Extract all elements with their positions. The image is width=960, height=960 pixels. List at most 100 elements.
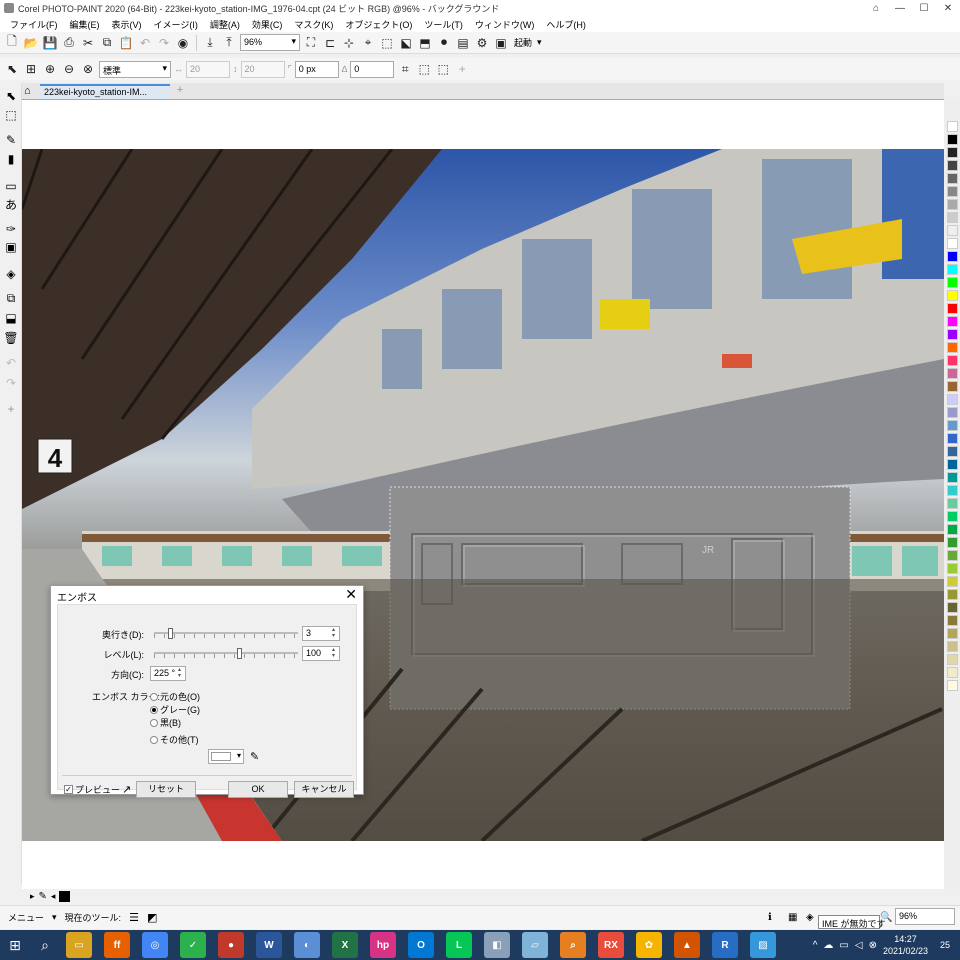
- radio-other[interactable]: その他(T): [150, 733, 199, 746]
- start-icon[interactable]: ⊞: [0, 930, 30, 960]
- tab-document[interactable]: 223kei-kyoto_station-IM...: [40, 84, 170, 99]
- fill-tool-icon[interactable]: ◈: [3, 266, 19, 282]
- palette-swatch[interactable]: [947, 212, 958, 223]
- palette-swatch[interactable]: [947, 420, 958, 431]
- depth-spinner[interactable]: 3: [302, 626, 340, 641]
- radio-black[interactable]: 黒(B): [150, 716, 181, 729]
- taskbar-app-hpb[interactable]: hp: [370, 932, 396, 958]
- palette-swatch[interactable]: [947, 121, 958, 132]
- palette-swatch[interactable]: [947, 264, 958, 275]
- options-gear-icon[interactable]: ⚙: [474, 35, 490, 51]
- palette-swatch[interactable]: [947, 225, 958, 236]
- tray-chevron-icon[interactable]: ^: [813, 940, 818, 951]
- menu-edit[interactable]: 編集(E): [64, 18, 106, 31]
- palette-swatch[interactable]: [947, 563, 958, 574]
- popout-icon[interactable]: ↗: [122, 783, 131, 796]
- palette-swatch[interactable]: [947, 680, 958, 691]
- color-dropdown-icon[interactable]: ▾: [237, 751, 241, 760]
- snap-icon[interactable]: ⌖: [360, 35, 376, 51]
- text-tool-icon[interactable]: あ: [3, 196, 19, 212]
- level-spinner[interactable]: 100: [302, 646, 340, 661]
- palette-swatch[interactable]: [947, 342, 958, 353]
- paste-icon[interactable]: 📋: [118, 35, 134, 51]
- palette-swatch[interactable]: [947, 251, 958, 262]
- palette-swatch[interactable]: [947, 381, 958, 392]
- palette-swatch[interactable]: [947, 316, 958, 327]
- direction-spinner[interactable]: 225 °: [150, 666, 186, 681]
- checkbox-box[interactable]: ✓: [64, 785, 73, 794]
- status-zoom-select[interactable]: 96%: [895, 908, 955, 925]
- menu-label[interactable]: メニュー: [8, 911, 44, 924]
- palette-swatch[interactable]: [947, 524, 958, 535]
- invert-icon[interactable]: ⬚: [435, 61, 451, 77]
- plus-icon[interactable]: +: [454, 61, 470, 77]
- taskbar-app-files[interactable]: ▱: [522, 932, 548, 958]
- import-icon[interactable]: ⤓: [202, 35, 218, 51]
- palette-swatch[interactable]: [947, 602, 958, 613]
- palette-swatch[interactable]: [947, 290, 958, 301]
- palette-swatch[interactable]: [947, 472, 958, 483]
- cancel-button[interactable]: キャンセル: [294, 781, 354, 798]
- rectangle-tool-icon[interactable]: ▭: [3, 178, 19, 194]
- launch-dropdown-icon[interactable]: ▾: [537, 37, 542, 48]
- palette-swatch[interactable]: [947, 433, 958, 444]
- taskbar-app-finder[interactable]: ◧: [484, 932, 510, 958]
- level-slider-thumb[interactable]: [237, 648, 243, 659]
- taskbar-app-firefox[interactable]: ff: [104, 932, 130, 958]
- eyedropper-icon[interactable]: ✎: [39, 891, 47, 902]
- close-button[interactable]: ✕: [936, 0, 960, 16]
- menu-effects[interactable]: 効果(C): [246, 18, 289, 31]
- menu-adjust[interactable]: 調整(A): [204, 18, 246, 31]
- depth-slider-thumb[interactable]: [167, 628, 173, 639]
- show-guides-icon[interactable]: ⊹: [341, 35, 357, 51]
- palette-swatch[interactable]: [947, 199, 958, 210]
- preview-checkbox[interactable]: ✓ プレビュー: [64, 783, 120, 796]
- network-icon[interactable]: ▭: [839, 940, 848, 951]
- palette-swatch[interactable]: [947, 407, 958, 418]
- object-picker-icon[interactable]: ⬒: [417, 35, 433, 51]
- undo-tool-icon[interactable]: ↶: [3, 355, 19, 371]
- select-tool-icon[interactable]: ⬉: [4, 61, 20, 77]
- select-all-icon[interactable]: ⬚: [416, 61, 432, 77]
- add-tool-icon[interactable]: +: [3, 401, 19, 417]
- mask-overlay-icon[interactable]: ⬕: [398, 35, 414, 51]
- width-input[interactable]: 20: [186, 60, 230, 78]
- palette-swatch[interactable]: [947, 498, 958, 509]
- palette-swatch[interactable]: [947, 446, 958, 457]
- palette-swatch[interactable]: [947, 537, 958, 548]
- reset-button[interactable]: リセット: [136, 781, 196, 798]
- search-icon[interactable]: ⌕: [30, 930, 60, 960]
- palette-swatch[interactable]: [947, 303, 958, 314]
- menu-view[interactable]: 表示(V): [106, 18, 148, 31]
- taskbar-app-matlab[interactable]: ▲: [674, 932, 700, 958]
- menu-mask[interactable]: マスク(K): [288, 18, 339, 31]
- taskbar-app-chrome[interactable]: ◎: [142, 932, 168, 958]
- other-color-picker[interactable]: ▾: [208, 749, 244, 764]
- home-icon[interactable]: ⌂: [24, 85, 36, 97]
- palette-swatch[interactable]: [947, 147, 958, 158]
- palette-swatch[interactable]: [947, 329, 958, 340]
- palette-swatch[interactable]: [947, 459, 958, 470]
- launch-label[interactable]: 起動: [514, 36, 532, 49]
- taskbar-app-outlook[interactable]: O: [408, 932, 434, 958]
- redo-icon[interactable]: ↷: [156, 35, 172, 51]
- onedrive-icon[interactable]: ☁: [823, 940, 833, 951]
- minimize-button[interactable]: —: [888, 0, 912, 16]
- show-mask-icon[interactable]: ⬚: [379, 35, 395, 51]
- taskbar-app-search[interactable]: ⌕: [560, 932, 586, 958]
- palette-swatch[interactable]: [947, 173, 958, 184]
- expand-arrow-icon[interactable]: ▸: [30, 891, 35, 902]
- radio-original-color[interactable]: 元の色(O): [150, 690, 200, 703]
- maximize-button[interactable]: ☐: [912, 0, 936, 16]
- mode-select[interactable]: 標準: [99, 60, 171, 78]
- palette-swatch[interactable]: [947, 368, 958, 379]
- show-rulers-icon[interactable]: ⊏: [322, 35, 338, 51]
- palette-swatch[interactable]: [947, 589, 958, 600]
- palette-swatch[interactable]: [947, 277, 958, 288]
- new-icon[interactable]: 🗋: [4, 34, 20, 51]
- redo-tool-icon[interactable]: ↷: [3, 375, 19, 391]
- palette-swatch[interactable]: [947, 511, 958, 522]
- mask-add-icon[interactable]: ⊕: [42, 61, 58, 77]
- ruler-icon[interactable]: ▦: [788, 912, 797, 923]
- menu-tools[interactable]: ツール(T): [418, 18, 469, 31]
